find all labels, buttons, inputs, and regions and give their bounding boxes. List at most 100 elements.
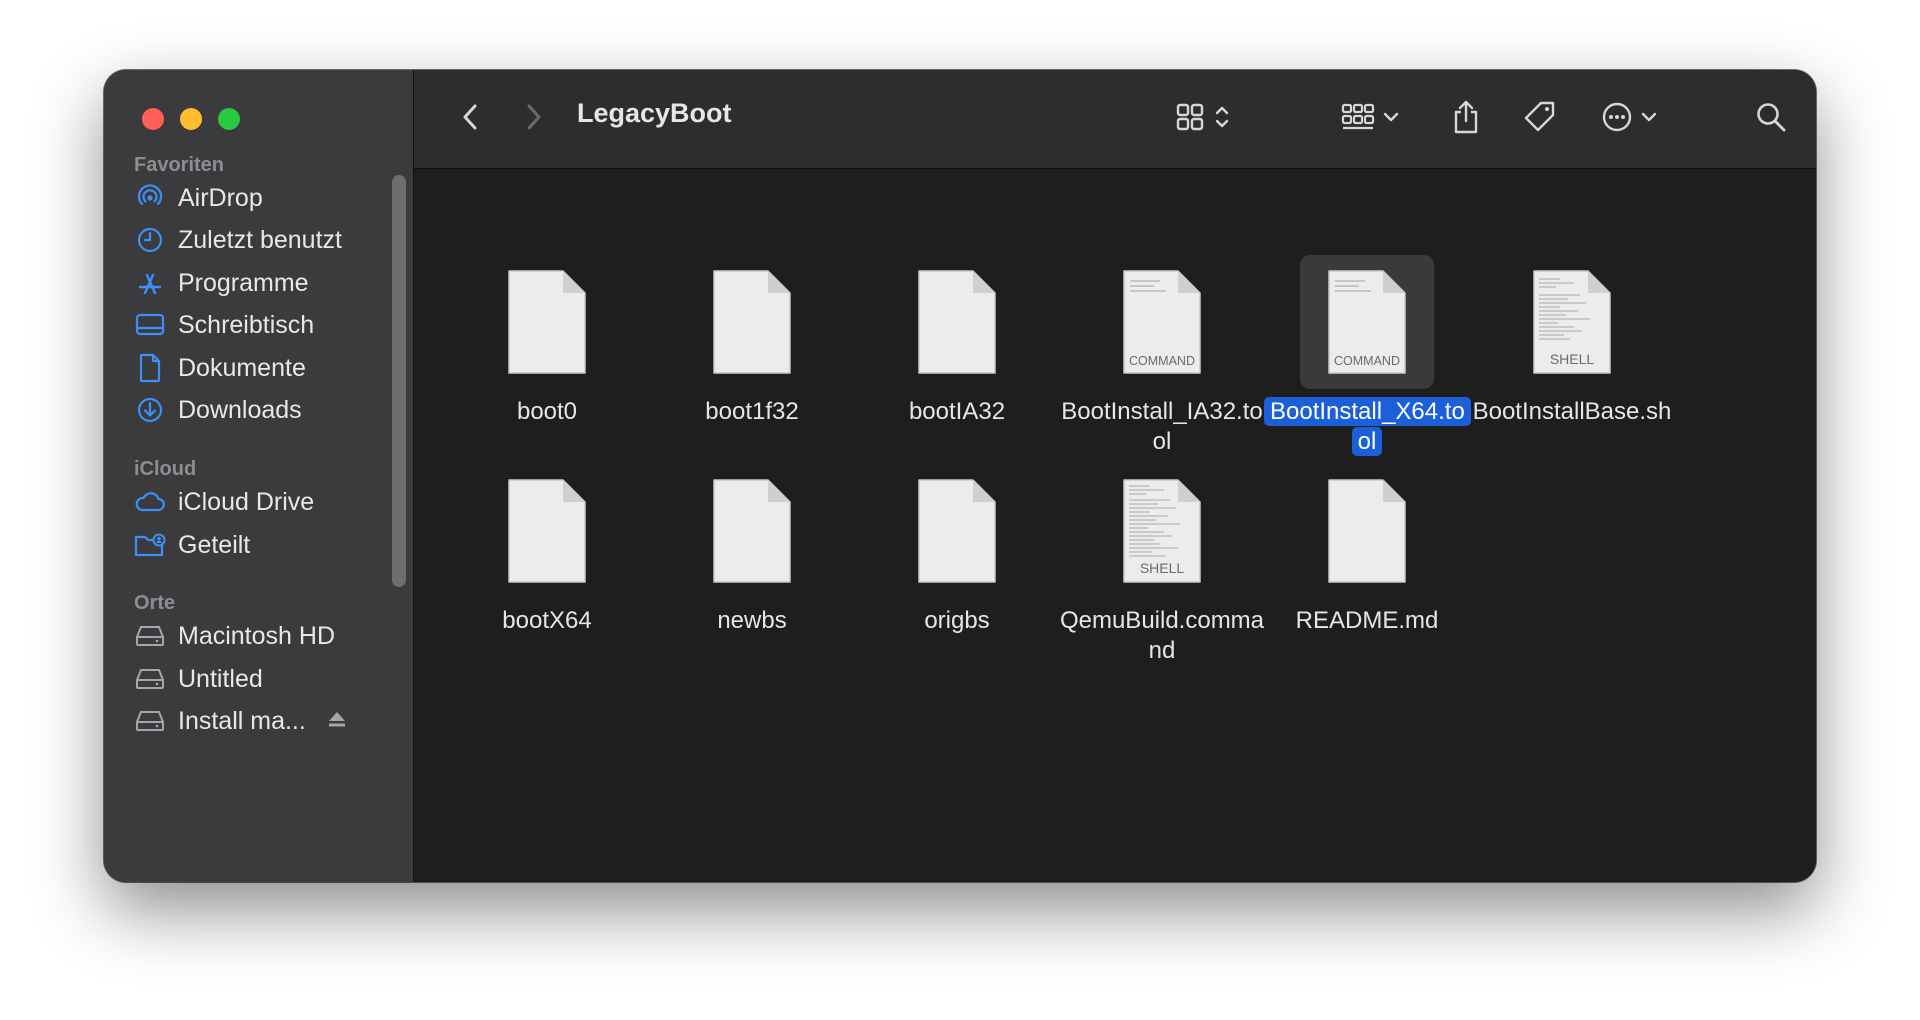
group-icon: [1341, 102, 1375, 137]
close-window-button[interactable]: [142, 108, 164, 130]
disk-icon: [134, 705, 166, 737]
sidebar-item-downloads[interactable]: Downloads: [134, 388, 302, 432]
file-grid: boot0 boot1f32 bootIA32 COMMAND BootInst…: [414, 169, 1816, 882]
sidebar-item-label: Install ma...: [178, 706, 306, 735]
forward-button[interactable]: [512, 96, 556, 142]
file-type-badge: SHELL: [1550, 351, 1595, 367]
tag-icon: [1523, 100, 1557, 139]
chevron-left-icon: [460, 102, 480, 137]
document-icon: [134, 352, 166, 384]
file-name: README.md: [1295, 607, 1439, 634]
file-name: origbs: [924, 607, 990, 634]
file-item[interactable]: origbs: [854, 464, 1060, 636]
sidebar-scrollbar[interactable]: [392, 175, 406, 587]
sidebar: Favoriten AirDrop Zuletzt benutzt Progra…: [104, 70, 414, 882]
sidebar-item-label: Schreibtisch: [178, 310, 315, 339]
window-controls: [142, 108, 240, 130]
cloud-icon: [134, 486, 166, 518]
file-name: boot1f32: [705, 398, 799, 425]
clock-icon: [134, 224, 166, 256]
sidebar-section-title-orte: Orte: [134, 592, 176, 614]
sidebar-item-label: Programme: [178, 268, 309, 297]
file-item[interactable]: README.md: [1264, 464, 1470, 636]
sidebar-item-label: Geteilt: [178, 530, 251, 559]
blank-document-icon: [480, 255, 614, 389]
file-name: BootInstall_X64.tool: [1264, 397, 1471, 456]
download-icon: [134, 394, 166, 426]
file-item[interactable]: COMMAND BootInstall_IA32.tool: [1059, 255, 1265, 457]
blank-document-icon: [1300, 464, 1434, 598]
shared-folder-icon: [134, 529, 166, 561]
blank-document-icon: [890, 255, 1024, 389]
eject-icon[interactable]: [326, 707, 348, 736]
disk-icon: [134, 663, 166, 695]
sidebar-item-label: Zuletzt benutzt: [178, 225, 342, 254]
file-name: bootIA32: [908, 398, 1006, 425]
sidebar-item-label: AirDrop: [178, 183, 263, 212]
file-name: boot0: [516, 398, 578, 425]
file-item[interactable]: SHELL BootInstallBase.sh: [1469, 255, 1675, 427]
group-button[interactable]: [1332, 96, 1408, 142]
sidebar-item-macintosh-hd[interactable]: Macintosh HD: [134, 614, 335, 658]
sidebar-section-title-favoriten: Favoriten: [134, 154, 225, 176]
file-name: BootInstall_IA32.tool: [1061, 398, 1263, 455]
chevron-down-icon: [1383, 110, 1399, 128]
sidebar-item-label: Dokumente: [178, 353, 306, 382]
command-document-icon: COMMAND: [1095, 255, 1229, 389]
search-button[interactable]: [1749, 96, 1793, 142]
sidebar-item-documents[interactable]: Dokumente: [134, 346, 306, 390]
disk-icon: [134, 620, 166, 652]
sidebar-item-label: Macintosh HD: [178, 621, 335, 650]
sidebar-item-airdrop[interactable]: AirDrop: [134, 176, 263, 220]
sidebar-item-untitled[interactable]: Untitled: [134, 657, 263, 701]
tag-button[interactable]: [1518, 96, 1562, 142]
file-type-badge: COMMAND: [1129, 354, 1195, 368]
file-type-badge: COMMAND: [1334, 354, 1400, 368]
back-button[interactable]: [448, 96, 492, 142]
command-document-icon: COMMAND: [1300, 255, 1434, 389]
file-item[interactable]: bootIA32: [854, 255, 1060, 427]
file-name: newbs: [717, 607, 787, 634]
sidebar-section-title-icloud: iCloud: [134, 458, 197, 480]
file-name: QemuBuild.command: [1059, 607, 1265, 664]
sidebar-item-icloud-drive[interactable]: iCloud Drive: [134, 480, 314, 524]
file-item[interactable]: SHELL QemuBuild.command: [1059, 464, 1265, 666]
sidebar-item-label: iCloud Drive: [178, 487, 315, 516]
sidebar-item-label: Downloads: [178, 395, 302, 424]
window-title: LegacyBoot: [577, 98, 732, 128]
shell-script-icon: SHELL: [1095, 464, 1229, 598]
file-name: bootX64: [502, 607, 592, 634]
search-icon: [1755, 101, 1787, 138]
shell-script-icon: SHELL: [1505, 255, 1639, 389]
file-name: BootInstallBase.sh: [1472, 398, 1672, 425]
sidebar-item-desktop[interactable]: Schreibtisch: [134, 303, 314, 347]
applications-icon: [134, 267, 166, 299]
sidebar-item-applications[interactable]: Programme: [134, 261, 309, 305]
blank-document-icon: [685, 255, 819, 389]
zoom-window-button[interactable]: [218, 108, 240, 130]
share-button[interactable]: [1444, 96, 1488, 142]
sidebar-item-install[interactable]: Install ma...: [134, 699, 348, 743]
more-actions-button[interactable]: [1592, 96, 1666, 142]
chevron-right-icon: [524, 102, 544, 137]
file-item[interactable]: bootX64: [444, 464, 650, 636]
minimize-window-button[interactable]: [180, 108, 202, 130]
file-item[interactable]: newbs: [649, 464, 855, 636]
file-item-selected[interactable]: COMMAND BootInstall_X64.tool: [1264, 255, 1471, 457]
blank-document-icon: [480, 464, 614, 598]
file-item[interactable]: boot0: [444, 255, 650, 427]
desktop-icon: [134, 309, 166, 341]
chevron-down-icon: [1641, 110, 1657, 128]
airdrop-icon: [134, 182, 166, 214]
share-icon: [1451, 99, 1481, 140]
sidebar-item-recents[interactable]: Zuletzt benutzt: [134, 218, 342, 262]
toolbar: LegacyBoot: [414, 70, 1816, 169]
icon-grid-icon: [1175, 102, 1205, 137]
finder-window: Favoriten AirDrop Zuletzt benutzt Progra…: [104, 70, 1816, 882]
view-mode-button[interactable]: [1164, 96, 1240, 142]
blank-document-icon: [685, 464, 819, 598]
chevron-up-down-icon: [1215, 104, 1229, 135]
sidebar-item-shared[interactable]: Geteilt: [134, 523, 250, 567]
file-item[interactable]: boot1f32: [649, 255, 855, 427]
file-type-badge: SHELL: [1140, 560, 1185, 576]
